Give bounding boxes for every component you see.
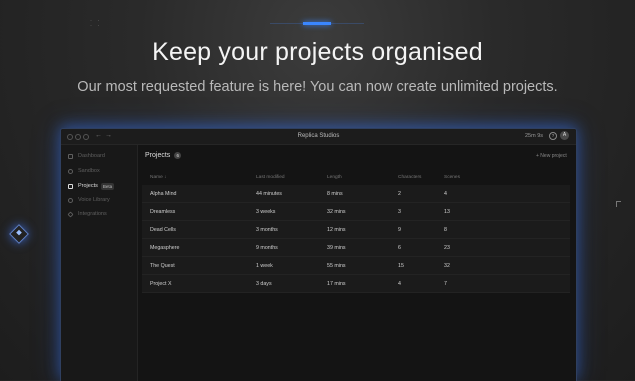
cell-scenes: 23 — [444, 245, 450, 251]
top-progress-line — [270, 22, 364, 25]
table-row[interactable]: Alpha Mind 44 minutes 8 mins 2 4 — [142, 185, 570, 203]
cell-length: 12 mins — [327, 227, 346, 233]
cell-name: Megasphere — [150, 245, 180, 251]
credits-remaining: 25m 9s — [525, 133, 544, 139]
sidebar-item-integrations[interactable]: Integrations — [67, 209, 107, 219]
table-row[interactable]: Dead Cells 3 months 12 mins 9 8 — [142, 221, 570, 239]
cell-length: 55 mins — [327, 263, 346, 269]
table-header: Name ↓ Last modified Length Characters S… — [146, 175, 568, 183]
cell-scenes: 32 — [444, 263, 450, 269]
help-icon[interactable]: ? — [549, 132, 557, 140]
projects-heading: Projects — [145, 152, 171, 159]
sidebar-item-label: Dashboard — [78, 153, 105, 159]
column-header-scenes[interactable]: Scenes — [444, 175, 460, 180]
cell-length: 39 mins — [327, 245, 346, 251]
cell-name: Dead Cells — [150, 227, 176, 233]
projects-panel: Projects 6 + New project Name ↓ Last mod… — [138, 145, 576, 381]
cell-name: The Quest — [150, 263, 175, 269]
cell-name: Alpha Mind — [150, 191, 177, 197]
cell-name: Project X — [150, 281, 172, 287]
cell-length: 32 mins — [327, 209, 346, 215]
sidebar-item-projects[interactable]: Projects Beta — [68, 181, 115, 191]
sidebar: Dashboard Sandbox Projects Beta Voice Li… — [61, 145, 138, 381]
sandbox-icon — [68, 168, 73, 174]
cell-scenes: 7 — [444, 281, 447, 287]
column-header-last-modified[interactable]: Last modified — [256, 175, 285, 180]
cell-scenes: 8 — [444, 227, 447, 233]
window-title: Replica Studios — [297, 133, 340, 139]
cell-last-modified: 9 months — [256, 245, 278, 251]
cell-characters: 6 — [398, 245, 401, 251]
cell-last-modified: 1 week — [256, 263, 273, 269]
app-window: ← → Replica Studios 25m 9s ? A Dashboard… — [60, 128, 577, 381]
table-row[interactable]: Project X 3 days 17 mins 4 7 — [142, 275, 570, 293]
cell-name: Dreamless — [150, 209, 176, 215]
diamond-marker-icon — [9, 224, 29, 244]
sidebar-item-voice-library[interactable]: Voice Library — [68, 195, 110, 205]
table-row[interactable]: Megasphere 9 months 39 mins 6 23 — [142, 239, 570, 257]
beta-badge: Beta — [100, 182, 115, 190]
table-row[interactable]: Dreamless 3 weeks 32 mins 3 13 — [142, 203, 570, 221]
cell-last-modified: 3 months — [256, 227, 278, 233]
avatar[interactable]: A — [560, 131, 569, 140]
headline: Keep your projects organised — [152, 38, 483, 66]
cell-characters: 15 — [398, 263, 404, 269]
window-titlebar: ← → Replica Studios 25m 9s ? A — [61, 129, 576, 145]
integrations-icon — [67, 210, 74, 218]
cell-characters: 4 — [398, 281, 401, 287]
page-title: Projects 6 — [145, 152, 182, 159]
cell-characters: 2 — [398, 191, 401, 197]
sidebar-item-dashboard[interactable]: Dashboard — [68, 151, 105, 161]
sidebar-item-label: Projects — [78, 183, 98, 189]
column-header-name[interactable]: Name ↓ — [150, 175, 167, 180]
sidebar-item-label: Sandbox — [78, 168, 100, 174]
sidebar-item-label: Voice Library — [78, 197, 110, 203]
corner-bracket-icon — [616, 201, 621, 207]
subheadline: Our most requested feature is here! You … — [77, 79, 558, 95]
projects-count-badge: 6 — [174, 152, 182, 159]
cell-length: 8 mins — [327, 191, 343, 197]
cell-scenes: 13 — [444, 209, 450, 215]
cell-characters: 9 — [398, 227, 401, 233]
cell-length: 17 mins — [327, 281, 346, 287]
projects-icon — [68, 183, 73, 189]
new-project-button[interactable]: + New project — [536, 153, 567, 159]
cell-characters: 3 — [398, 209, 401, 215]
decorative-dots: · · · · — [90, 18, 102, 29]
sidebar-item-label: Integrations — [78, 211, 107, 217]
dashboard-icon — [68, 153, 73, 159]
table-row[interactable]: The Quest 1 week 55 mins 15 32 — [142, 257, 570, 275]
sidebar-item-sandbox[interactable]: Sandbox — [68, 166, 100, 176]
column-header-characters[interactable]: Characters — [398, 175, 421, 180]
cell-last-modified: 3 days — [256, 281, 272, 287]
column-header-length[interactable]: Length — [327, 175, 342, 180]
cell-last-modified: 3 weeks — [256, 209, 276, 215]
top-progress-indicator — [303, 22, 331, 25]
voice-library-icon — [68, 197, 73, 203]
cell-scenes: 4 — [444, 191, 447, 197]
cell-last-modified: 44 minutes — [256, 191, 282, 197]
